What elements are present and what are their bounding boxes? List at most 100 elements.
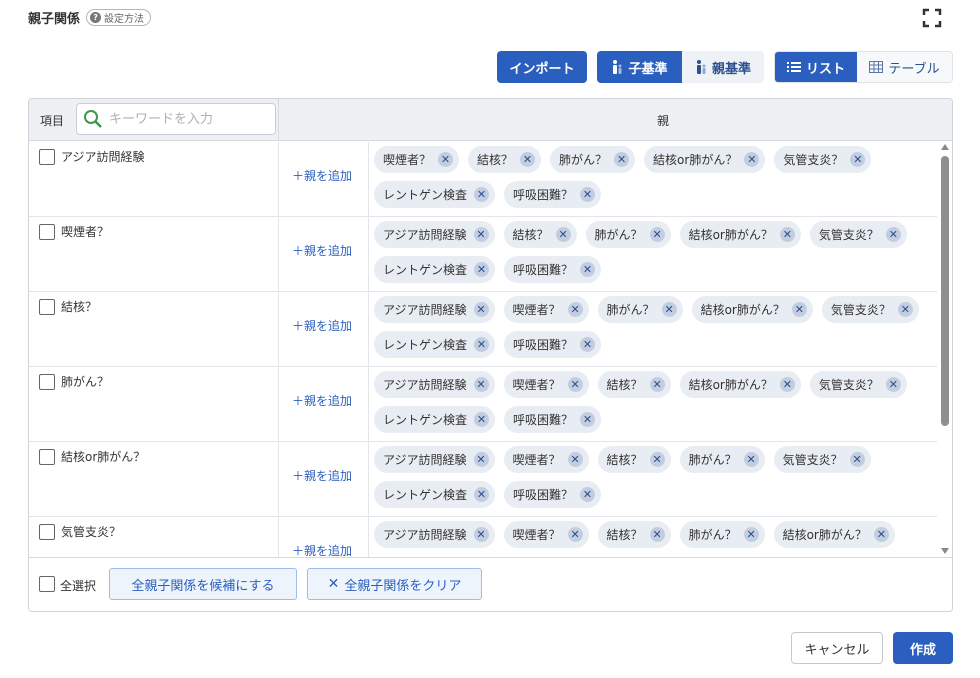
remove-parent-icon[interactable]: ✕ [580,187,596,202]
add-parent-link[interactable]: ＋親を追加 [292,242,352,259]
remove-parent-icon[interactable]: ✕ [580,412,596,427]
remove-parent-icon[interactable]: ✕ [661,302,677,317]
remove-parent-icon[interactable]: ✕ [473,452,489,467]
parent-chip: 肺がん？ ✕ [597,296,683,323]
remove-parent-icon[interactable]: ✕ [779,227,795,242]
remove-parent-icon[interactable]: ✕ [555,227,571,242]
item-cell: 結核or肺がん？ [29,442,279,516]
import-button[interactable]: インポート [497,51,587,83]
search-input[interactable] [109,111,269,127]
select-all-label: 全選択 [60,579,97,593]
child-basis-button[interactable]: 子基準 [597,51,682,83]
remove-parent-icon[interactable]: ✕ [567,302,583,317]
remove-parent-icon[interactable]: ✕ [474,187,490,202]
parent-chip: 結核or肺がん？ ✕ [679,221,801,248]
parent-chip: 肺がん？ ✕ [679,446,765,473]
parent-chip-label: 呼吸困難？ [513,488,574,502]
create-button[interactable]: 作成 [893,632,953,664]
parent-chip-label: 肺がん？ [606,303,655,317]
parent-chip-label: 喫煙者？ [512,378,561,392]
add-parent-link[interactable]: ＋親を追加 [292,167,352,184]
remove-parent-icon[interactable]: ✕ [873,527,889,542]
remove-parent-icon[interactable]: ✕ [474,487,490,502]
vertical-scrollbar[interactable] [938,142,952,557]
parent-chip: 呼吸困難？ ✕ [504,256,602,283]
close-icon: ✕ [327,576,340,592]
parent-chip: 結核？ ✕ [597,446,671,473]
add-parent-link[interactable]: ＋親を追加 [292,542,352,557]
help-icon: ? [90,12,102,23]
table-row: 肺がん？ ＋親を追加 アジア訪問経験 ✕ 喫煙者？ ✕ 結核？ ✕ 結核or肺がん？ ✕ 気管支炎？… [29,367,937,442]
remove-parent-icon[interactable]: ✕ [580,487,596,502]
remove-parent-icon[interactable]: ✕ [744,152,760,167]
remove-parent-icon[interactable]: ✕ [580,337,596,352]
scroll-thumb[interactable] [941,156,949,426]
remove-parent-icon[interactable]: ✕ [649,452,665,467]
fullscreen-icon[interactable] [922,8,942,28]
remove-parent-icon[interactable]: ✕ [779,377,795,392]
remove-parent-icon[interactable]: ✕ [849,452,865,467]
list-view-button[interactable]: リスト [775,52,857,82]
clear-all-relations-button[interactable]: ✕ 全親子関係をクリア [307,568,482,600]
parent-chip-label: 肺がん？ [688,528,737,542]
remove-parent-icon[interactable]: ✕ [567,377,583,392]
row-checkbox[interactable] [39,449,55,465]
remove-parent-icon[interactable]: ✕ [520,152,536,167]
parent-chip: 気管支炎？ ✕ [809,371,907,398]
help-link[interactable]: ? 設定方法 [86,9,152,26]
remove-parent-icon[interactable]: ✕ [743,527,759,542]
parent-chip-label: 気管支炎？ [782,453,843,467]
add-parent-cell: ＋親を追加 [279,142,369,216]
remove-parent-icon[interactable]: ✕ [885,377,901,392]
parent-chip-label: 気管支炎？ [818,228,879,242]
search-box[interactable] [76,103,276,135]
remove-parent-icon[interactable]: ✕ [474,337,490,352]
remove-parent-icon[interactable]: ✕ [567,452,583,467]
remove-parent-icon[interactable]: ✕ [897,302,913,317]
remove-parent-icon[interactable]: ✕ [438,152,454,167]
parent-chip: 結核？ ✕ [468,146,542,173]
remove-parent-icon[interactable]: ✕ [614,152,630,167]
add-parent-link[interactable]: ＋親を追加 [292,467,352,484]
parent-chip-list: アジア訪問経験 ✕ 喫煙者？ ✕ 結核？ ✕ 肺がん？ ✕ 気管支炎？ ✕ レントゲン検査 ✕ 呼吸困難… [374,446,934,508]
remove-parent-icon[interactable]: ✕ [850,152,866,167]
remove-parent-icon[interactable]: ✕ [649,377,665,392]
parents-cell: 喫煙者？ ✕ 結核？ ✕ 肺がん？ ✕ 結核or肺がん？ ✕ 気管支炎？ ✕ レントゲン検査 ✕ 呼吸困… [369,142,937,216]
parent-chip-label: 呼吸困難？ [513,338,574,352]
remove-parent-icon[interactable]: ✕ [473,527,489,542]
remove-parent-icon[interactable]: ✕ [885,227,901,242]
item-name: 気管支炎？ [61,525,122,539]
row-checkbox[interactable] [39,299,55,315]
cancel-button[interactable]: キャンセル [791,632,883,664]
table-view-button[interactable]: テーブル [857,52,952,82]
add-parent-link[interactable]: ＋親を追加 [292,317,352,334]
scroll-up-icon[interactable] [941,144,949,150]
parent-chip: 気管支炎？ ✕ [774,146,872,173]
remove-parent-icon[interactable]: ✕ [473,377,489,392]
parent-chip: 結核？ ✕ [597,371,671,398]
parent-chip-label: 呼吸困難？ [513,413,574,427]
add-parent-link[interactable]: ＋親を追加 [292,392,352,409]
set-all-candidates-button[interactable]: 全親子関係を候補にする [109,568,297,600]
remove-parent-icon[interactable]: ✕ [474,412,490,427]
parent-chip-label: 肺がん？ [559,153,608,167]
parent-basis-button[interactable]: 親基準 [682,51,764,83]
remove-parent-icon[interactable]: ✕ [473,302,489,317]
remove-parent-icon[interactable]: ✕ [567,527,583,542]
row-checkbox[interactable] [39,224,55,240]
remove-parent-icon[interactable]: ✕ [791,302,807,317]
select-all-checkbox[interactable] [39,576,55,592]
child-basis-label: 子基準 [628,61,668,77]
remove-parent-icon[interactable]: ✕ [580,262,596,277]
remove-parent-icon[interactable]: ✕ [473,227,489,242]
scroll-down-icon[interactable] [941,548,949,554]
remove-parent-icon[interactable]: ✕ [474,262,490,277]
parent-chip: 喫煙者？ ✕ [503,296,589,323]
row-checkbox[interactable] [39,524,55,540]
remove-parent-icon[interactable]: ✕ [649,527,665,542]
remove-parent-icon[interactable]: ✕ [649,227,665,242]
search-icon [84,110,102,128]
row-checkbox[interactable] [39,149,55,165]
row-checkbox[interactable] [39,374,55,390]
remove-parent-icon[interactable]: ✕ [743,452,759,467]
